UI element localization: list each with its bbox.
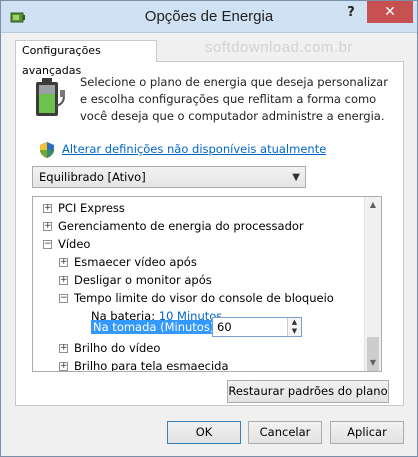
expand-icon[interactable]: + [43,222,52,231]
chevron-down-icon: ▼ [292,172,300,183]
scroll-down-icon[interactable]: ▼ [365,355,381,371]
close-button[interactable]: ✕ [367,1,413,23]
uac-shield-icon [40,142,54,158]
battery-plug-icon [36,78,65,116]
tree-item-display-brightness[interactable]: + Brilho do vídeo [59,339,160,357]
collapse-icon[interactable]: − [43,240,52,249]
title-bar[interactable]: Opções de Energia ? ✕ [1,1,417,33]
power-options-window: Opções de Energia ? ✕ Configurações avan… [0,0,418,457]
setting-plugged-in[interactable]: Na tomada (Minutos): [91,318,221,336]
tab-advanced-settings[interactable]: Configurações avançadas [15,40,157,77]
tree-item-dimmed-brightness[interactable]: + Brilho para tela esmaecida [59,357,229,372]
restore-defaults-button[interactable]: Restaurar padrões do plano [227,380,389,403]
cancel-button[interactable]: Cancelar [248,421,322,444]
tree-item-video[interactable]: − Vídeo [43,235,90,253]
power-plan-selected: Equilibrado [Ativo] [39,170,146,184]
tree-item-label: Tempo limite do visor do console de bloq… [74,291,334,305]
tree-item-label: Esmaecer vídeo após [74,255,197,269]
expand-icon[interactable]: + [59,362,68,371]
tree-item-lock-console-timeout[interactable]: − Tempo limite do visor do console de blo… [59,289,334,307]
tree-item-processor-power[interactable]: + Gerenciamento de energia do processador [43,217,304,235]
tree-item-dim-display[interactable]: + Esmaecer vídeo após [59,253,197,271]
tree-item-label: Brilho do vídeo [74,341,161,355]
ok-button[interactable]: OK [167,421,241,444]
help-button[interactable]: ? [337,3,365,23]
plugged-in-minutes-stepper[interactable]: 60 ▲ ▼ [212,317,302,337]
expand-icon[interactable]: + [59,344,68,353]
description-text: Selecione o plano de energia que deseja … [80,75,388,123]
expand-icon[interactable]: + [59,258,68,267]
watermark: softdownload.com.br [205,39,353,56]
tree-item-label: Brilho para tela esmaecida [74,359,229,372]
plugged-in-label: Na tomada (Minutos): [91,320,221,334]
collapse-icon[interactable]: − [59,294,68,303]
spin-up-icon[interactable]: ▲ [287,318,301,327]
settings-panel: Selecione o plano de energia que deseja … [15,61,404,406]
tree-item-label: Vídeo [58,237,91,251]
expand-icon[interactable]: + [43,204,52,213]
change-unavailable-settings-link[interactable]: Alterar definições não disponíveis atual… [62,142,326,156]
settings-tree[interactable]: + PCI Express + Gerenciamento de energia d… [32,196,382,372]
tree-item-label: Gerenciamento de energia do processador [58,219,304,233]
scroll-up-icon[interactable]: ▲ [365,197,381,213]
spin-down-icon[interactable]: ▼ [287,327,301,336]
power-plan-select[interactable]: Equilibrado [Ativo] ▼ [32,166,306,188]
apply-button[interactable]: Aplicar [330,421,404,444]
tree-item-label: PCI Express [58,201,125,215]
tree-item-turn-off-display[interactable]: + Desligar o monitor após [59,271,212,289]
tree-item-pci-express[interactable]: + PCI Express [43,199,125,217]
tree-item-label: Desligar o monitor após [74,273,212,287]
expand-icon[interactable]: + [59,276,68,285]
plugged-in-minutes-value[interactable]: 60 [217,319,232,336]
tree-scrollbar[interactable]: ▲ ▼ [364,197,381,371]
